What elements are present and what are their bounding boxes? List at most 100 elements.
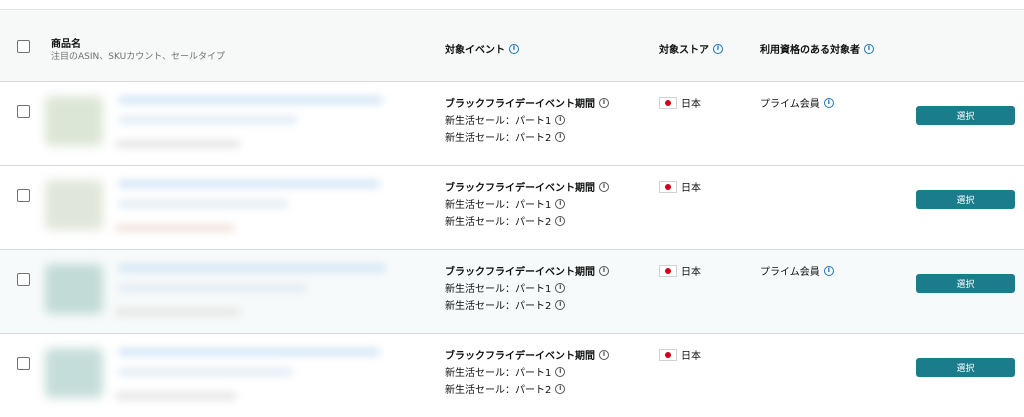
column-header-event-label: 対象イベント [445,45,505,56]
column-header-event: 対象イベント i [445,41,519,56]
info-icon[interactable]: i [555,131,566,142]
select-button[interactable]: 選択 [916,274,1015,293]
info-icon[interactable]: i [599,97,609,108]
event-item: 新生活セール：パート1 i [445,195,609,212]
info-icon[interactable]: i [823,265,834,276]
row-checkbox[interactable] [17,273,30,286]
store-label: 日本 [681,351,701,362]
event-label: ブラックフライデーイベント期間 [445,267,595,278]
event-item: 新生活セール：パート2 i [445,296,609,313]
info-icon[interactable]: i [713,43,723,54]
table-row: ブラックフライデーイベント期間 i 新生活セール：パート1 i 新生活セール：パ… [0,82,1024,166]
event-label: 新生活セール：パート2 [445,301,552,312]
event-item: 新生活セール：パート2 i [445,380,609,397]
info-icon[interactable]: i [555,299,566,310]
info-icon[interactable]: i [599,181,609,192]
store-label: 日本 [681,99,701,110]
product-title-blurred [118,200,288,208]
product-thumbnail [45,264,103,314]
store-cell: 日本 [659,346,701,363]
audience-label: プライム会員 [760,267,820,278]
event-list: ブラックフライデーイベント期間 i 新生活セール：パート1 i 新生活セール：パ… [445,346,609,397]
info-icon[interactable]: i [599,265,609,276]
product-meta-blurred [115,140,240,148]
column-header-product[interactable]: 商品名 [51,35,81,50]
product-thumbnail [45,96,103,146]
event-label: 新生活セール：パート2 [445,385,552,396]
select-button[interactable]: 選択 [916,358,1015,377]
event-item: 新生活セール：パート2 i [445,128,609,145]
audience-cell: プライム会員 i [760,94,834,111]
column-header-store: 対象ストア i [659,41,723,56]
select-button[interactable]: 選択 [916,190,1015,209]
info-icon[interactable]: i [864,43,874,54]
info-icon[interactable]: i [555,114,566,125]
product-title-blurred[interactable] [118,264,386,272]
column-header-audience-label: 利用資格のある対象者 [760,45,860,56]
event-label: 新生活セール：パート1 [445,284,552,295]
info-icon[interactable]: i [599,349,609,360]
audience-cell: プライム会員 i [760,262,834,279]
info-icon[interactable]: i [555,198,566,209]
japan-flag-icon [659,180,677,193]
row-checkbox[interactable] [17,105,30,118]
event-item: 新生活セール：パート1 i [445,279,609,296]
japan-flag-icon [659,348,677,361]
row-checkbox[interactable] [17,357,30,370]
product-thumbnail [45,348,103,398]
product-meta-blurred [115,392,237,400]
event-item: ブラックフライデーイベント期間 i [445,346,609,363]
event-label: 新生活セール：パート2 [445,133,552,144]
info-icon[interactable]: i [823,97,834,108]
event-item: ブラックフライデーイベント期間 i [445,94,609,111]
product-title-blurred [118,368,293,376]
event-list: ブラックフライデーイベント期間 i 新生活セール：パート1 i 新生活セール：パ… [445,178,609,229]
japan-flag-icon [659,264,677,277]
event-item: ブラックフライデーイベント期間 i [445,262,609,279]
column-header-store-label: 対象ストア [659,45,709,56]
store-label: 日本 [681,267,701,278]
event-label: 新生活セール：パート1 [445,368,552,379]
event-label: 新生活セール：パート1 [445,200,552,211]
product-meta-blurred [115,224,235,232]
row-checkbox[interactable] [17,189,30,202]
store-cell: 日本 [659,262,701,279]
column-header-product-label: 商品名 [51,39,81,50]
japan-flag-icon [659,96,677,109]
table-row: ブラックフライデーイベント期間 i 新生活セール：パート1 i 新生活セール：パ… [0,334,1024,417]
event-list: ブラックフライデーイベント期間 i 新生活セール：パート1 i 新生活セール：パ… [445,94,609,145]
event-label: ブラックフライデーイベント期間 [445,99,595,110]
store-cell: 日本 [659,178,701,195]
column-header-product-subtitle: 注目のASIN、SKUカウント、セールタイプ [51,52,226,62]
product-meta-blurred [115,308,240,316]
event-label: 新生活セール：パート2 [445,217,552,228]
product-thumbnail [45,180,103,230]
table-header: 商品名 注目のASIN、SKUカウント、セールタイプ 対象イベント i 対象スト… [0,11,1024,82]
info-icon[interactable]: i [555,282,566,293]
event-item: 新生活セール：パート1 i [445,111,609,128]
store-label: 日本 [681,183,701,194]
info-icon[interactable]: i [555,383,566,394]
event-label: 新生活セール：パート1 [445,116,552,127]
info-icon[interactable]: i [555,366,566,377]
table-row: ブラックフライデーイベント期間 i 新生活セール：パート1 i 新生活セール：パ… [0,166,1024,250]
event-label: ブラックフライデーイベント期間 [445,183,595,194]
product-title-blurred [118,284,308,292]
select-all-checkbox[interactable] [17,40,30,53]
column-header-audience: 利用資格のある対象者 i [760,41,874,56]
select-button[interactable]: 選択 [916,106,1015,125]
event-item: 新生活セール：パート2 i [445,212,609,229]
event-item: 新生活セール：パート1 i [445,363,609,380]
product-title-blurred[interactable] [118,96,383,104]
product-title-blurred[interactable] [118,348,380,356]
info-icon[interactable]: i [509,43,519,54]
product-title-blurred [118,116,298,124]
product-title-blurred[interactable] [118,180,380,188]
info-icon[interactable]: i [555,215,566,226]
store-cell: 日本 [659,94,701,111]
top-strip [0,0,1024,10]
event-list: ブラックフライデーイベント期間 i 新生活セール：パート1 i 新生活セール：パ… [445,262,609,313]
audience-label: プライム会員 [760,99,820,110]
table-row: ブラックフライデーイベント期間 i 新生活セール：パート1 i 新生活セール：パ… [0,250,1024,334]
event-item: ブラックフライデーイベント期間 i [445,178,609,195]
